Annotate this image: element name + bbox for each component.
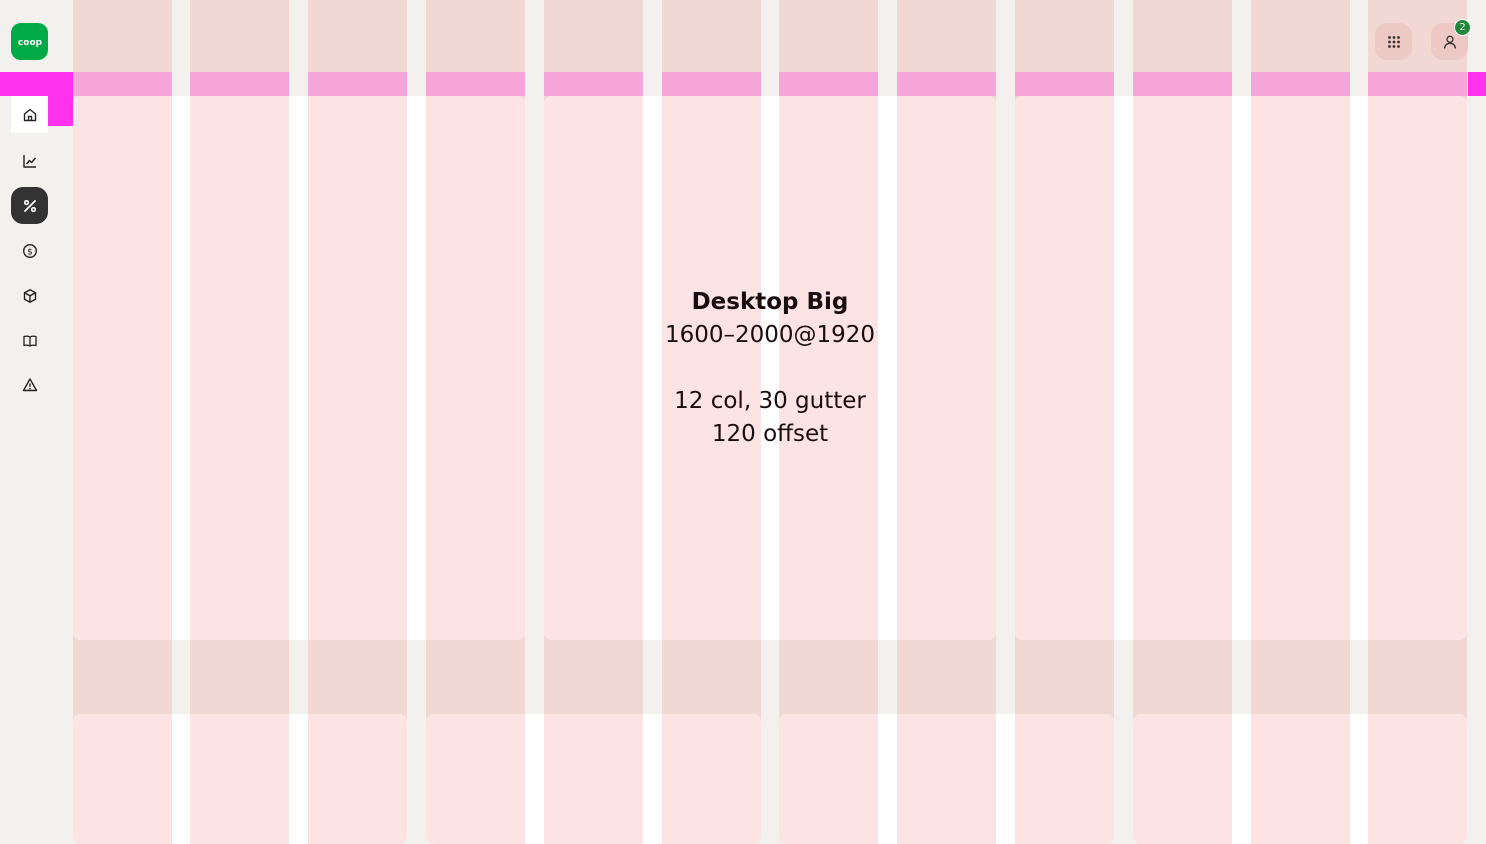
card-column (1251, 714, 1350, 844)
card-column (1251, 96, 1350, 640)
column-header-strip (779, 72, 878, 96)
package-icon (23, 288, 36, 303)
grid-info: Desktop Big 1600–2000@1920 12 col, 30 gu… (620, 285, 920, 451)
coop-logo-mark: coop (17, 38, 42, 48)
sidebar-item-finance[interactable]: $ (11, 232, 48, 269)
column-header-strip (426, 72, 525, 96)
grid-range: 1600–2000@1920 (664, 322, 876, 348)
layout-card (73, 714, 407, 844)
sidebar-item-promotions[interactable] (11, 187, 48, 224)
percent-icon (23, 199, 36, 212)
grid-apps-icon (1387, 35, 1400, 48)
sidebar: coop $ (0, 0, 73, 834)
card-column (1368, 96, 1467, 640)
dollar-circle-icon: $ (22, 243, 37, 258)
grid-columns: 12 col, 30 gutter (674, 388, 866, 414)
card-column (1015, 714, 1114, 844)
card-column (73, 714, 172, 844)
column-header-strip (544, 72, 643, 96)
card-column (662, 714, 761, 844)
line-chart-icon (22, 154, 36, 168)
column-header-strip (662, 72, 761, 96)
user-icon (1443, 35, 1456, 49)
svg-text:$: $ (27, 247, 33, 257)
layout-card (779, 714, 1114, 844)
sidebar-item-alerts[interactable] (11, 366, 48, 403)
card-column (426, 96, 525, 640)
sidebar-item-products[interactable] (11, 277, 48, 314)
card-column (1133, 96, 1232, 640)
sidebar-item-statistics[interactable] (11, 142, 48, 179)
grid-title: Desktop Big (691, 289, 849, 315)
book-icon (22, 335, 37, 347)
card-column (1368, 714, 1467, 844)
card-column (73, 96, 172, 640)
warning-icon (22, 377, 37, 391)
card-column (897, 714, 996, 844)
card-column (190, 96, 289, 640)
card-column (1015, 96, 1114, 640)
sidebar-item-catalog[interactable] (11, 322, 48, 359)
card-column (779, 714, 878, 844)
layout-card (1133, 714, 1467, 844)
offset-marker-right (1468, 72, 1486, 96)
card-column (1133, 714, 1232, 844)
card-column (426, 714, 525, 844)
column-header-strip (1251, 72, 1350, 96)
card-column (308, 714, 407, 844)
column-header-strip (897, 72, 996, 96)
sidebar-item-home[interactable] (11, 96, 48, 133)
card-column (190, 714, 289, 844)
home-icon (23, 108, 36, 121)
card-column (308, 96, 407, 640)
column-header-strip (1368, 72, 1467, 96)
notification-badge: 2 (1455, 20, 1470, 35)
layout-card (1015, 96, 1467, 640)
card-column (544, 714, 643, 844)
column-header-strip (1015, 72, 1114, 96)
column-header-strip (1133, 72, 1232, 96)
layout-card (73, 96, 525, 640)
column-header-strip (308, 72, 407, 96)
column-header-strip (190, 72, 289, 96)
layout-card (426, 714, 761, 844)
coop-logo-text: coop (17, 38, 42, 48)
grid-offset: 120 offset (711, 421, 829, 447)
apps-button[interactable] (1375, 23, 1412, 60)
column-header-strip (73, 72, 172, 96)
coop-logo[interactable]: coop (11, 23, 48, 60)
